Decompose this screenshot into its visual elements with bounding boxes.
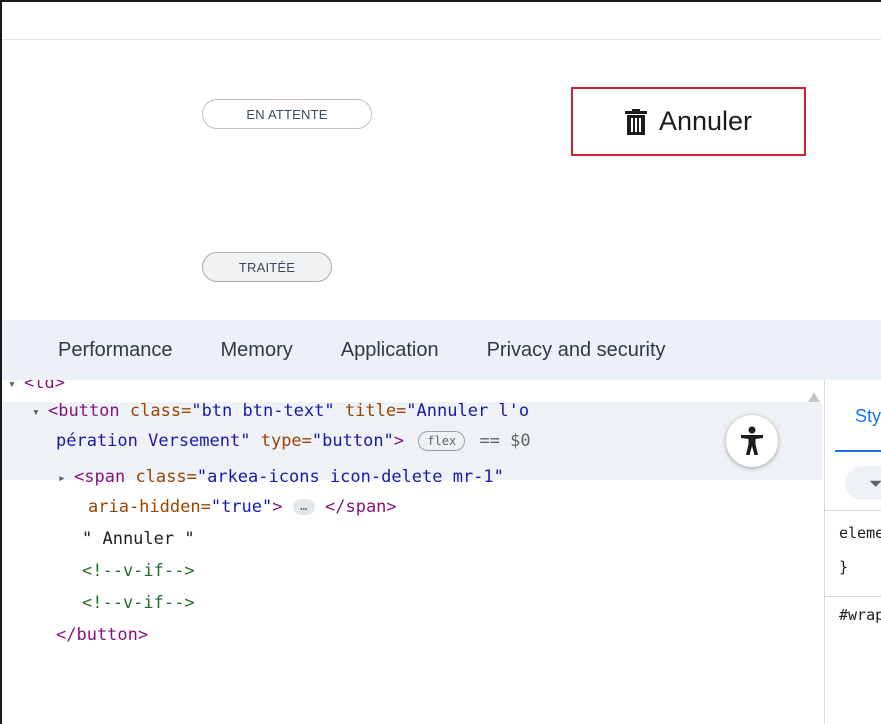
dom-comment-2[interactable]: <!--v-if-->: [82, 588, 195, 618]
divider: [2, 39, 881, 40]
dollar-zero: == $0: [479, 431, 531, 451]
status-badge-done: TRAITÉE: [202, 252, 332, 282]
dom-node-span-cont: aria-hidden="true"> … </span>: [88, 492, 397, 522]
attr-class: class=: [129, 401, 192, 421]
attr-type-value: "button": [311, 431, 394, 451]
cancel-button-label: Annuler: [658, 106, 753, 136]
dom-node-span[interactable]: ▸ <span class="arkea-icons icon-delete mr…: [58, 462, 504, 492]
attr-title-value-cont: pération Versement": [56, 431, 251, 451]
style-rule-wrapper[interactable]: #wrapper: [839, 606, 881, 624]
attr-title: title=: [344, 401, 407, 421]
styles-pane: Styles ⏷ element.style { } #wrapper: [824, 380, 881, 724]
tab-application[interactable]: Application: [341, 339, 439, 362]
filter-icon: ⏷: [869, 474, 881, 494]
attr-title-value: "Annuler l'o: [406, 401, 530, 421]
tag-button-open: <button: [48, 401, 120, 421]
devtools-panel: Performance Memory Application Privacy a…: [2, 320, 881, 724]
attr-class-value: "btn btn-text": [191, 401, 335, 421]
tag-span-close: </span>: [325, 497, 397, 517]
comment-node: <!--v-if-->: [82, 561, 195, 581]
active-tab-indicator: [835, 450, 881, 452]
dom-node-button-close[interactable]: </button>: [56, 620, 148, 650]
dom-node-button-cont: pération Versement" type="button"> flex …: [56, 426, 531, 456]
tag-span-open: <span: [74, 467, 126, 487]
style-rule-selector[interactable]: element.style {: [839, 524, 881, 542]
comment-node: <!--v-if-->: [82, 593, 195, 613]
divider: [825, 510, 881, 511]
dom-comment-1[interactable]: <!--v-if-->: [82, 556, 195, 586]
elements-tree: ▾ <td> ▾ <button class="btn btn-text" titl…: [2, 380, 822, 724]
scroll-up-arrow-icon[interactable]: [808, 392, 820, 402]
tag-button-close: </button>: [56, 625, 149, 645]
tab-memory[interactable]: Memory: [221, 339, 293, 362]
tag-gt: >: [272, 497, 283, 517]
expand-triangle-icon[interactable]: ▸: [58, 464, 74, 494]
cancel-button[interactable]: Annuler: [571, 87, 806, 156]
tag-gt: >: [393, 431, 405, 451]
ellipsis-icon[interactable]: …: [292, 499, 315, 515]
accessibility-icon: [741, 426, 763, 455]
tab-styles[interactable]: Styles: [855, 406, 881, 427]
page-content: EN ATTENTE Annuler TRAITÉE: [2, 2, 881, 320]
trash-icon: [624, 108, 647, 135]
status-badge-pending: EN ATTENTE: [202, 99, 372, 129]
accessibility-button[interactable]: [726, 415, 778, 467]
tab-privacy-security[interactable]: Privacy and security: [487, 339, 666, 362]
attr-aria-value: "true": [210, 497, 273, 517]
attr-class-value: "arkea-icons icon-delete mr-1": [196, 467, 504, 487]
style-rule-close: }: [839, 558, 849, 576]
screen: EN ATTENTE Annuler TRAITÉE Performance M…: [0, 0, 881, 724]
tag-td: <td>: [24, 380, 65, 393]
dom-text-node[interactable]: " Annuler ": [82, 524, 195, 554]
tab-performance[interactable]: Performance: [58, 339, 173, 362]
collapse-triangle-icon[interactable]: ▾: [8, 380, 24, 400]
text-node-value: " Annuler ": [82, 529, 195, 549]
attr-type: type=: [260, 431, 312, 451]
dom-node-button[interactable]: ▾ <button class="btn btn-text" title="Ann…: [32, 396, 529, 426]
flex-badge[interactable]: flex: [418, 431, 466, 451]
devtools-tabbar: Performance Memory Application Privacy a…: [2, 320, 881, 380]
divider: [825, 596, 881, 597]
collapse-triangle-icon[interactable]: ▾: [32, 398, 48, 428]
attr-aria-hidden: aria-hidden=: [88, 497, 211, 517]
attr-class: class=: [135, 467, 197, 487]
